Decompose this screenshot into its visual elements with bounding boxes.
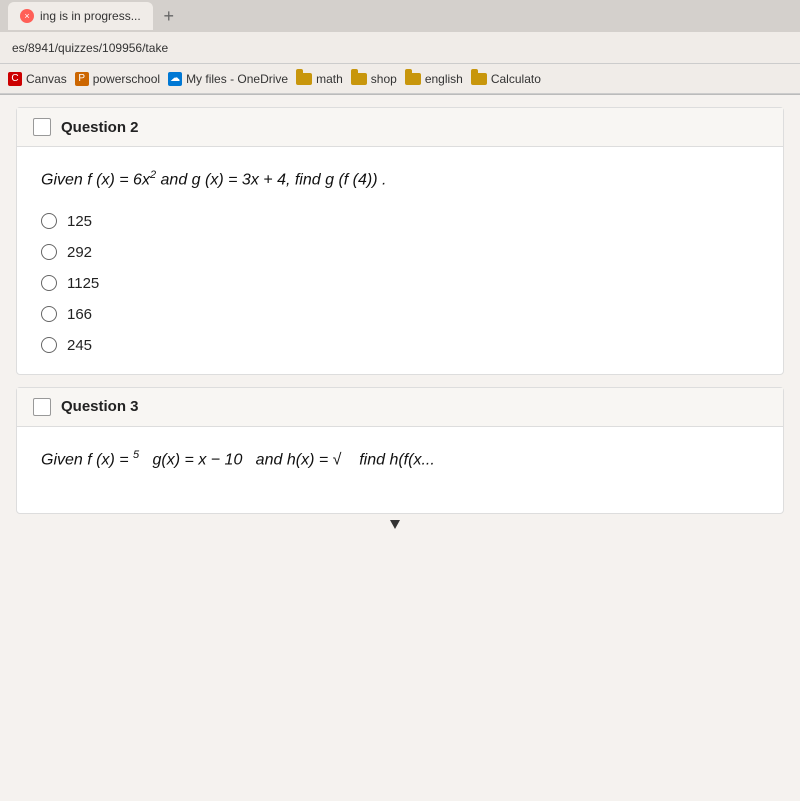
question-2-checkbox[interactable] xyxy=(33,118,51,136)
bookmark-calculator-label: Calculato xyxy=(491,72,541,86)
tab-bar: × ing is in progress... + xyxy=(0,0,800,32)
bookmark-math[interactable]: math xyxy=(296,72,343,86)
radio-166[interactable] xyxy=(41,306,57,322)
question-2-card: Question 2 Given f (x) = 6x2 and g (x) =… xyxy=(16,107,784,375)
tab-close-button[interactable]: × xyxy=(20,9,34,23)
math-folder-icon xyxy=(296,73,312,85)
bookmark-math-label: math xyxy=(316,72,343,86)
question-3-title: Question 3 xyxy=(61,398,139,415)
option-245[interactable]: 245 xyxy=(41,337,759,354)
question-3-card: Question 3 Given f (x) = 5 g(x) = x − 10… xyxy=(16,387,784,514)
question-2-header: Question 2 xyxy=(17,108,783,147)
tab-label: ing is in progress... xyxy=(40,9,141,23)
answer-options: 125 292 1125 166 245 xyxy=(41,213,759,354)
bookmark-canvas-label: Canvas xyxy=(26,72,67,86)
question-3-checkbox[interactable] xyxy=(33,398,51,416)
question-2-body: Given f (x) = 6x2 and g (x) = 3x + 4, fi… xyxy=(17,147,783,374)
mouse-cursor xyxy=(390,520,400,534)
option-125[interactable]: 125 xyxy=(41,213,759,230)
onedrive-icon: ☁ xyxy=(168,72,182,86)
option-166[interactable]: 166 xyxy=(41,306,759,323)
bookmark-onedrive[interactable]: ☁ My files - OneDrive xyxy=(168,72,288,86)
active-tab[interactable]: × ing is in progress... xyxy=(8,2,153,30)
radio-1125[interactable] xyxy=(41,275,57,291)
powerschool-icon: P xyxy=(75,72,89,86)
radio-125[interactable] xyxy=(41,213,57,229)
english-folder-icon xyxy=(405,73,421,85)
new-tab-button[interactable]: + xyxy=(157,4,181,28)
question-3-text: Given f (x) = 5 g(x) = x − 10 and h(x) =… xyxy=(41,447,759,473)
bookmark-shop[interactable]: shop xyxy=(351,72,397,86)
question-2-title: Question 2 xyxy=(61,119,139,136)
browser-chrome: × ing is in progress... + es/8941/quizze… xyxy=(0,0,800,95)
bookmark-calculator[interactable]: Calculato xyxy=(471,72,541,86)
canvas-icon: C xyxy=(8,72,22,86)
option-166-label: 166 xyxy=(67,306,92,323)
option-125-label: 125 xyxy=(67,213,92,230)
radio-292[interactable] xyxy=(41,244,57,260)
url-text: es/8941/quizzes/109956/take xyxy=(12,41,168,55)
bookmark-powerschool[interactable]: P powerschool xyxy=(75,72,160,86)
bookmark-onedrive-label: My files - OneDrive xyxy=(186,72,288,86)
bookmark-english-label: english xyxy=(425,72,463,86)
bookmark-powerschool-label: powerschool xyxy=(93,72,160,86)
question-3-body: Given f (x) = 5 g(x) = x − 10 and h(x) =… xyxy=(17,427,783,513)
option-292[interactable]: 292 xyxy=(41,244,759,261)
bookmark-canvas[interactable]: C Canvas xyxy=(8,72,67,86)
bookmark-shop-label: shop xyxy=(371,72,397,86)
option-292-label: 292 xyxy=(67,244,92,261)
question-2-text: Given f (x) = 6x2 and g (x) = 3x + 4, fi… xyxy=(41,167,759,193)
radio-245[interactable] xyxy=(41,337,57,353)
question-3-header: Question 3 xyxy=(17,388,783,427)
calculator-folder-icon xyxy=(471,73,487,85)
bookmark-english[interactable]: english xyxy=(405,72,463,86)
page-content: Question 2 Given f (x) = 6x2 and g (x) =… xyxy=(0,95,800,801)
bookmarks-bar: C Canvas P powerschool ☁ My files - OneD… xyxy=(0,64,800,94)
option-1125[interactable]: 1125 xyxy=(41,275,759,292)
address-bar[interactable]: es/8941/quizzes/109956/take xyxy=(0,32,800,64)
shop-folder-icon xyxy=(351,73,367,85)
option-245-label: 245 xyxy=(67,337,92,354)
option-1125-label: 1125 xyxy=(67,275,99,292)
